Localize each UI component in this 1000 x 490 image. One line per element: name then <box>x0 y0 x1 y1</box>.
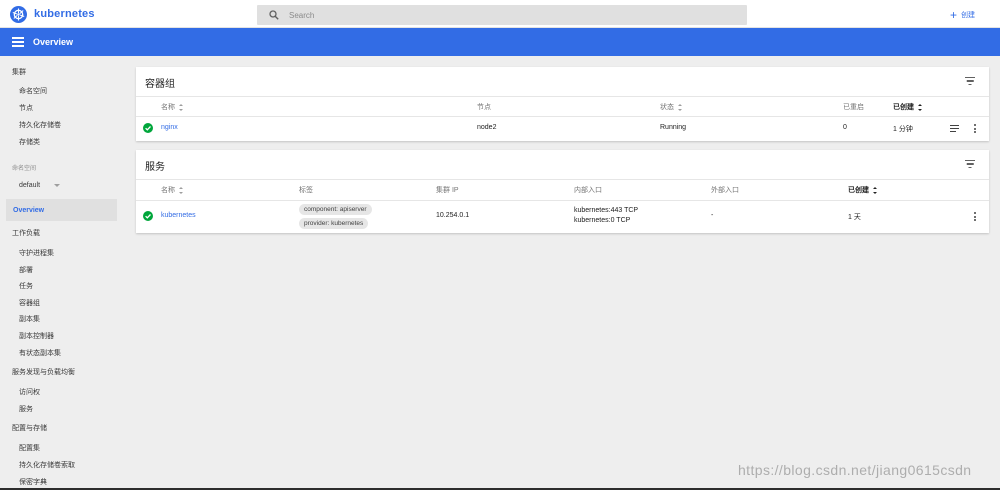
dropdown-caret-icon <box>54 184 61 187</box>
pod-status: Running <box>660 124 687 131</box>
sidebar-item-persistent-volumes[interactable]: 持久化存储卷 <box>19 120 61 130</box>
divider <box>136 96 989 97</box>
sidebar-item-jobs[interactable]: 任务 <box>19 281 33 291</box>
column-header-created[interactable]: 已创建 <box>893 102 923 112</box>
column-header-name[interactable]: 名称 <box>161 102 184 112</box>
create-button[interactable]: + 创建 <box>950 8 975 21</box>
internal-endpoint: kubernetes:443 TCP <box>574 207 639 214</box>
services-card: 服务 名称 标签 集群 IP 内部入口 外部入口 已创建 kubernetes … <box>136 150 989 233</box>
divider <box>136 200 989 201</box>
filter-icon[interactable] <box>965 77 975 85</box>
external-endpoint: - <box>711 212 714 219</box>
pod-node: node2 <box>477 124 497 131</box>
column-header-cluster-ip: 集群 IP <box>436 187 459 194</box>
more-vert-icon[interactable] <box>973 212 976 221</box>
sort-icon <box>179 186 184 194</box>
sort-icon <box>678 103 683 111</box>
pod-name-link[interactable]: nginx <box>161 124 178 131</box>
sidebar-heading-cluster[interactable]: 集群 <box>12 67 26 77</box>
column-header-internal-endpoints: 内部入口 <box>574 187 602 194</box>
sort-icon <box>179 103 184 111</box>
sidebar-item-replica-sets[interactable]: 副本集 <box>19 314 40 324</box>
sidebar: 集群 命名空间 节点 持久化存储卷 存储类 命名空间 default Overv… <box>0 56 124 490</box>
pod-restarts: 0 <box>843 124 847 131</box>
create-button-label: 创建 <box>961 11 976 19</box>
check-circle-icon <box>143 123 153 133</box>
pods-card: 容器组 名称 节点 状态 已重启 已创建 nginx node2 Running… <box>136 67 989 141</box>
service-name-link[interactable]: kubernetes <box>161 212 196 219</box>
menu-icon[interactable] <box>12 37 24 47</box>
column-header-node: 节点 <box>477 104 491 111</box>
sidebar-heading-config[interactable]: 配置与存储 <box>12 423 47 433</box>
top-bar: kubernetes + 创建 <box>0 0 1000 28</box>
column-header-name[interactable]: 名称 <box>161 185 184 195</box>
page-title: Overview <box>33 37 74 47</box>
more-vert-icon[interactable] <box>973 124 976 133</box>
label-chip: provider: kubernetes <box>299 218 369 229</box>
filter-icon[interactable] <box>965 160 975 168</box>
pod-created: 1 分钟 <box>893 126 913 133</box>
sidebar-item-deployments[interactable]: 部署 <box>19 265 33 275</box>
pods-card-title: 容器组 <box>145 79 175 90</box>
sidebar-item-stateful-sets[interactable]: 有状态副本集 <box>19 348 61 358</box>
plus-icon: + <box>950 7 958 22</box>
column-header-external-endpoints: 外部入口 <box>711 187 739 194</box>
search-icon <box>269 10 279 20</box>
sidebar-item-ingresses[interactable]: 访问权 <box>19 387 40 397</box>
namespace-selector[interactable]: default <box>19 180 65 191</box>
namespace-selected-value: default <box>19 182 41 189</box>
service-created: 1 天 <box>848 214 861 221</box>
page-toolbar: Overview <box>0 28 1000 56</box>
kubernetes-wheel-icon <box>10 5 27 23</box>
internal-endpoint: kubernetes:0 TCP <box>574 217 631 224</box>
sidebar-item-daemon-sets[interactable]: 守护进程集 <box>19 248 54 258</box>
check-circle-icon <box>143 211 153 221</box>
sort-ascending-icon <box>918 103 923 111</box>
sort-ascending-icon <box>873 186 878 194</box>
logs-icon[interactable] <box>950 125 959 132</box>
divider <box>136 179 989 180</box>
sidebar-item-config-maps[interactable]: 配置集 <box>19 443 40 453</box>
sidebar-item-namespaces[interactable]: 命名空间 <box>19 86 47 96</box>
column-header-restarts: 已重启 <box>843 104 864 111</box>
column-header-created[interactable]: 已创建 <box>848 185 878 195</box>
sidebar-item-overview[interactable]: Overview <box>6 199 117 221</box>
sidebar-item-storage-classes[interactable]: 存储类 <box>19 137 40 147</box>
sidebar-item-secrets[interactable]: 保密字典 <box>19 477 47 487</box>
service-cluster-ip: 10.254.0.1 <box>436 212 470 219</box>
column-header-status[interactable]: 状态 <box>660 102 683 112</box>
app-name: kubernetes <box>34 8 95 20</box>
sidebar-item-nodes[interactable]: 节点 <box>19 103 33 113</box>
sidebar-item-pods[interactable]: 容器组 <box>19 298 40 308</box>
sidebar-heading-discovery[interactable]: 服务发现与负载均衡 <box>12 367 75 377</box>
services-card-title: 服务 <box>145 162 165 173</box>
sidebar-item-replication-controllers[interactable]: 副本控制器 <box>19 331 54 341</box>
app-logo[interactable]: kubernetes <box>10 5 95 23</box>
search-input[interactable] <box>289 10 589 20</box>
sidebar-item-persistent-volume-claims[interactable]: 持久化存储卷索取 <box>19 460 75 470</box>
namespace-selector-label: 命名空间 <box>12 166 37 172</box>
sidebar-item-services[interactable]: 服务 <box>19 404 33 414</box>
search-bar[interactable] <box>257 5 747 25</box>
divider <box>136 116 989 117</box>
watermark-text: https://blog.csdn.net/jiang0615csdn <box>738 462 972 478</box>
sidebar-item-label: Overview <box>13 206 45 214</box>
sidebar-heading-workloads[interactable]: 工作负载 <box>12 228 40 238</box>
column-header-labels: 标签 <box>299 187 313 194</box>
label-chip: component: apiserver <box>299 204 372 215</box>
